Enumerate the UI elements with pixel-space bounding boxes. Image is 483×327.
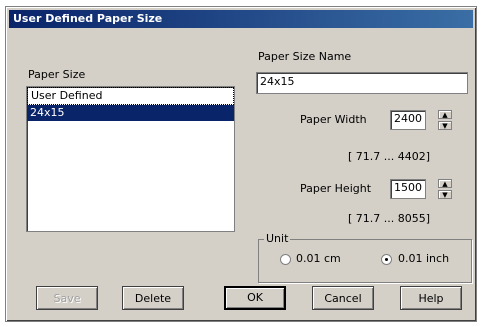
paper-width-spinner[interactable]: ▲ ▼ [438,110,452,130]
paper-size-name-label: Paper Size Name [258,50,352,63]
list-item[interactable]: User Defined [27,87,234,105]
paper-size-name-field[interactable]: 24x15 [256,72,468,94]
spin-down-icon[interactable]: ▼ [438,190,452,199]
help-button[interactable]: Help [400,286,462,310]
paper-height-spinner[interactable]: ▲ ▼ [438,179,452,199]
paper-size-listbox[interactable]: User Defined 24x15 [26,86,235,232]
spin-down-icon[interactable]: ▼ [438,121,452,130]
title-bar: User Defined Paper Size [9,10,473,28]
unit-inch-label[interactable]: 0.01 inch [398,252,449,265]
list-item[interactable]: 24x15 [27,105,234,121]
paper-height-range: [ 71.7 ... 8055] [348,212,431,225]
cancel-button[interactable]: Cancel [312,286,374,310]
paper-width-range: [ 71.7 ... 4402] [348,150,431,163]
spin-up-icon[interactable]: ▲ [438,179,452,188]
ok-button[interactable]: OK [224,286,286,310]
spin-up-icon[interactable]: ▲ [438,110,452,119]
paper-height-label: Paper Height [300,182,372,195]
delete-button[interactable]: Delete [122,286,184,310]
unit-group-title: Unit [264,232,291,245]
paper-width-field[interactable]: 2400 [390,110,426,130]
paper-width-label: Paper Width [300,113,367,126]
unit-cm-label[interactable]: 0.01 cm [296,252,341,265]
save-button[interactable]: Save [36,286,98,310]
paper-size-label: Paper Size [28,68,86,81]
unit-cm-radio[interactable] [280,254,291,265]
paper-height-field[interactable]: 1500 [390,179,426,199]
unit-inch-radio[interactable] [381,254,392,265]
